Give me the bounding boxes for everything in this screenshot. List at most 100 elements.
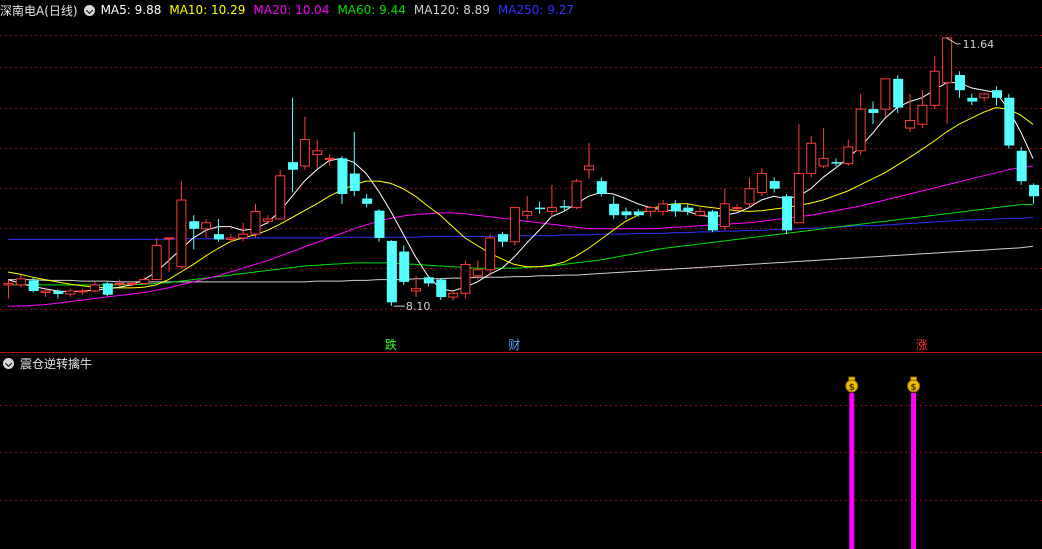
candle-body	[349, 173, 360, 191]
candle-body	[299, 138, 310, 167]
candle	[522, 196, 533, 219]
candle-body	[843, 146, 854, 165]
candle-body	[225, 237, 236, 240]
indicator-title-bar: 震仓逆转擒牛	[0, 354, 92, 372]
money-bag-neck	[848, 376, 856, 381]
candle	[979, 92, 990, 102]
candle-body	[782, 196, 793, 231]
candle-body	[893, 78, 904, 108]
candle	[213, 218, 224, 242]
candle-body	[3, 282, 14, 286]
candle	[1029, 183, 1040, 204]
candle	[15, 274, 26, 288]
candle	[176, 181, 187, 269]
candle-body	[683, 207, 694, 212]
event-marker: 涨	[916, 337, 928, 352]
candle-body	[670, 203, 681, 212]
candle	[633, 209, 644, 217]
chevron-down-icon[interactable]	[3, 357, 14, 369]
candle	[460, 260, 471, 299]
candle-body	[102, 283, 113, 295]
candle	[399, 245, 410, 285]
candle-body	[485, 237, 496, 271]
money-bag-icon: $	[845, 376, 859, 393]
ma5-label: MA5: 9.88	[100, 3, 162, 17]
candle-body	[509, 207, 520, 243]
min-price-label: 8.10	[406, 300, 431, 313]
candle	[609, 196, 620, 219]
candle-body	[855, 108, 866, 152]
price-labels: 11.64 8.10	[393, 37, 994, 313]
ma10-label: MA10: 10.29	[169, 3, 246, 17]
candle-body	[127, 282, 137, 285]
candle-body	[793, 173, 804, 224]
moving-average-lines	[7, 82, 1034, 307]
indicator-title[interactable]: 震仓逆转擒牛	[20, 355, 92, 372]
candle-body	[868, 109, 879, 113]
candle	[905, 93, 916, 132]
candle-body	[942, 37, 953, 84]
candle-body	[312, 150, 323, 156]
candle	[719, 188, 730, 231]
candle-body	[262, 218, 273, 222]
candle-body	[40, 290, 51, 293]
candle	[189, 215, 200, 250]
candle	[855, 93, 866, 155]
candle-body	[498, 234, 508, 242]
candle	[1016, 147, 1027, 185]
ma120-label: MA120: 8.89	[413, 3, 490, 17]
candle	[1004, 93, 1015, 149]
candle-body	[275, 175, 286, 220]
chevron-down-icon[interactable]	[83, 4, 95, 16]
candle	[880, 78, 891, 117]
candle-body	[448, 292, 459, 298]
candle	[546, 184, 557, 217]
candle-body	[658, 203, 669, 212]
candle-body	[645, 207, 656, 212]
candle	[40, 288, 51, 298]
stock-chart[interactable]: 11.648.10 跌财涨 $ $	[0, 0, 1042, 549]
candle	[299, 116, 310, 170]
stock-title[interactable]: 深南电A(日线)	[0, 2, 78, 19]
candle-body	[806, 142, 817, 175]
candle-body	[201, 222, 212, 230]
candle	[782, 193, 793, 235]
candle-body	[979, 93, 990, 99]
event-marker: 跌	[385, 337, 397, 352]
candle-body	[213, 234, 224, 240]
candle	[868, 101, 879, 125]
candle	[559, 200, 570, 212]
candle-body	[164, 237, 175, 240]
candle	[769, 177, 780, 193]
candle-body	[967, 97, 978, 102]
indicator-signals: $ $	[845, 376, 921, 549]
candle-body	[460, 263, 471, 294]
candle-body	[522, 210, 533, 216]
candle	[571, 178, 582, 210]
candle-body	[411, 288, 422, 292]
candle-body	[472, 269, 483, 277]
candle-body	[633, 211, 644, 216]
candle	[498, 231, 508, 248]
candle-body	[15, 278, 26, 286]
candle	[362, 193, 373, 208]
candle-body	[954, 75, 965, 91]
candle	[670, 200, 681, 217]
candle-body	[756, 173, 767, 193]
candle-body	[719, 203, 730, 228]
candle	[374, 209, 385, 242]
candle	[201, 218, 212, 238]
candle	[288, 97, 299, 193]
candle-body	[546, 207, 557, 212]
candle-body	[374, 210, 385, 238]
candle	[509, 207, 520, 246]
candle	[992, 86, 1002, 106]
candle	[695, 207, 706, 217]
candle	[806, 135, 817, 178]
candle-body	[559, 206, 570, 208]
dollar-sign: $	[849, 383, 855, 393]
candle	[349, 131, 360, 197]
signal-bar	[849, 393, 855, 549]
ma5-line	[7, 82, 1034, 293]
candle-body	[77, 290, 88, 293]
